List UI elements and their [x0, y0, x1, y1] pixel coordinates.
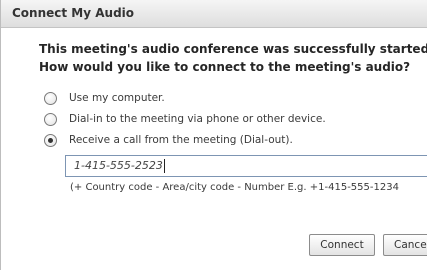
question-line-2: How would you like to connect to the mee… — [39, 60, 411, 74]
option-use-computer[interactable]: Use my computer. — [44, 90, 165, 106]
option-dial-out[interactable]: Receive a call from the meeting (Dial-ou… — [44, 132, 293, 148]
radio-dial-out[interactable] — [44, 133, 57, 147]
option-dial-out-label: Receive a call from the meeting (Dial-ou… — [69, 134, 293, 146]
phone-format-hint: (+ Country code - Area/city code - Numbe… — [70, 182, 399, 193]
phone-number-input[interactable]: 1-415-555-2523 — [65, 155, 427, 177]
question-text: This meeting's audio conference was succ… — [39, 40, 427, 76]
option-dial-in-label: Dial-in to the meeting via phone or othe… — [69, 113, 326, 125]
connect-button[interactable]: Connect — [309, 234, 375, 256]
connect-audio-dialog: Connect My Audio This meeting's audio co… — [0, 0, 427, 270]
dialog-title: Connect My Audio — [12, 6, 135, 20]
radio-dial-in[interactable] — [44, 112, 57, 126]
radio-use-computer[interactable] — [44, 91, 57, 105]
cancel-button[interactable]: Cancel — [383, 234, 427, 256]
text-caret — [164, 159, 165, 173]
question-line-1: This meeting's audio conference was succ… — [39, 42, 427, 56]
phone-number-value: 1-415-555-2523 — [74, 159, 163, 172]
option-dial-in[interactable]: Dial-in to the meeting via phone or othe… — [44, 111, 326, 127]
option-use-computer-label: Use my computer. — [69, 92, 165, 104]
title-bar[interactable]: Connect My Audio — [1, 0, 427, 28]
